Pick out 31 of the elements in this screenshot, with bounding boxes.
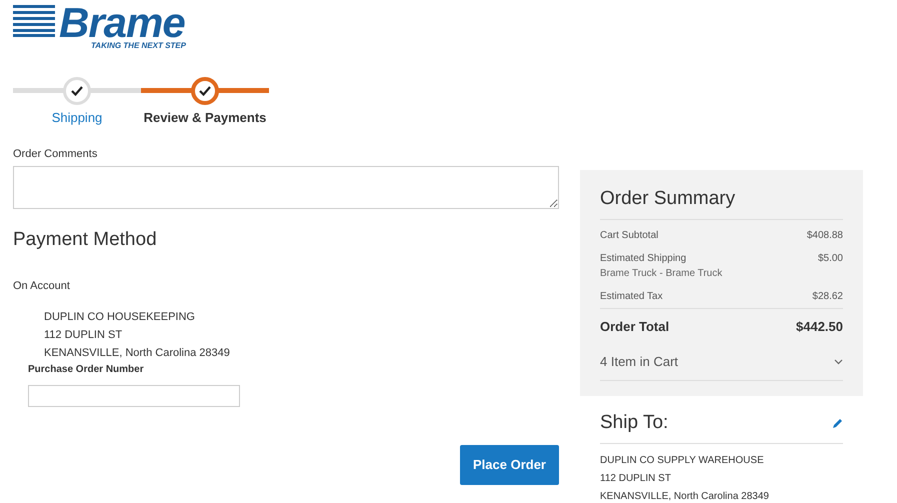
step-label[interactable]: Shipping <box>52 108 102 128</box>
row-label: Estimated Tax <box>600 290 663 304</box>
cart-toggle[interactable]: 4 Item in Cart <box>600 344 843 381</box>
row-sublabel: Brame Truck - Brame Truck <box>600 266 724 281</box>
logo-stripes-icon <box>13 5 55 37</box>
row-value: $28.62 <box>812 290 843 304</box>
panel-title: Order Summary <box>600 188 843 220</box>
place-order-button[interactable]: Place Order <box>460 445 559 485</box>
address-line: DUPLIN CO HOUSEKEEPING <box>44 310 196 326</box>
field-label: Order Comments <box>13 146 98 162</box>
logo-tagline: TAKING THE NEXT STEP <box>91 41 186 51</box>
step-label[interactable]: Review & Payments <box>144 108 266 128</box>
address-line: KENANSVILLE, North Carolina 28349 <box>44 346 231 362</box>
address-line: 112 DUPLIN ST <box>44 328 124 344</box>
row-label: Cart Subtotal <box>600 228 658 243</box>
address-line: KENANSVILLE, North Carolina 28349 <box>600 490 770 503</box>
section-heading: Payment Method <box>13 229 158 252</box>
address-line: 112 DUPLIN ST <box>600 472 672 486</box>
field-label: Purchase Order Number <box>28 363 145 378</box>
po-number-field[interactable] <box>28 385 240 408</box>
row-value: $5.00 <box>818 252 843 266</box>
address-line: DUPLIN CO SUPPLY WAREHOUSE <box>600 454 765 468</box>
total-value: $442.50 <box>796 318 843 336</box>
payment-method-label: On Account <box>13 278 71 294</box>
row-label: Estimated Shipping <box>600 252 686 266</box>
section-heading: Ship To: <box>600 412 668 435</box>
edit-pencil-icon[interactable] <box>832 418 843 429</box>
comments-field[interactable] <box>13 166 559 209</box>
logo-name: Brame <box>59 5 185 41</box>
total-label: Order Total <box>600 318 670 336</box>
row-value: $408.88 <box>806 228 843 243</box>
